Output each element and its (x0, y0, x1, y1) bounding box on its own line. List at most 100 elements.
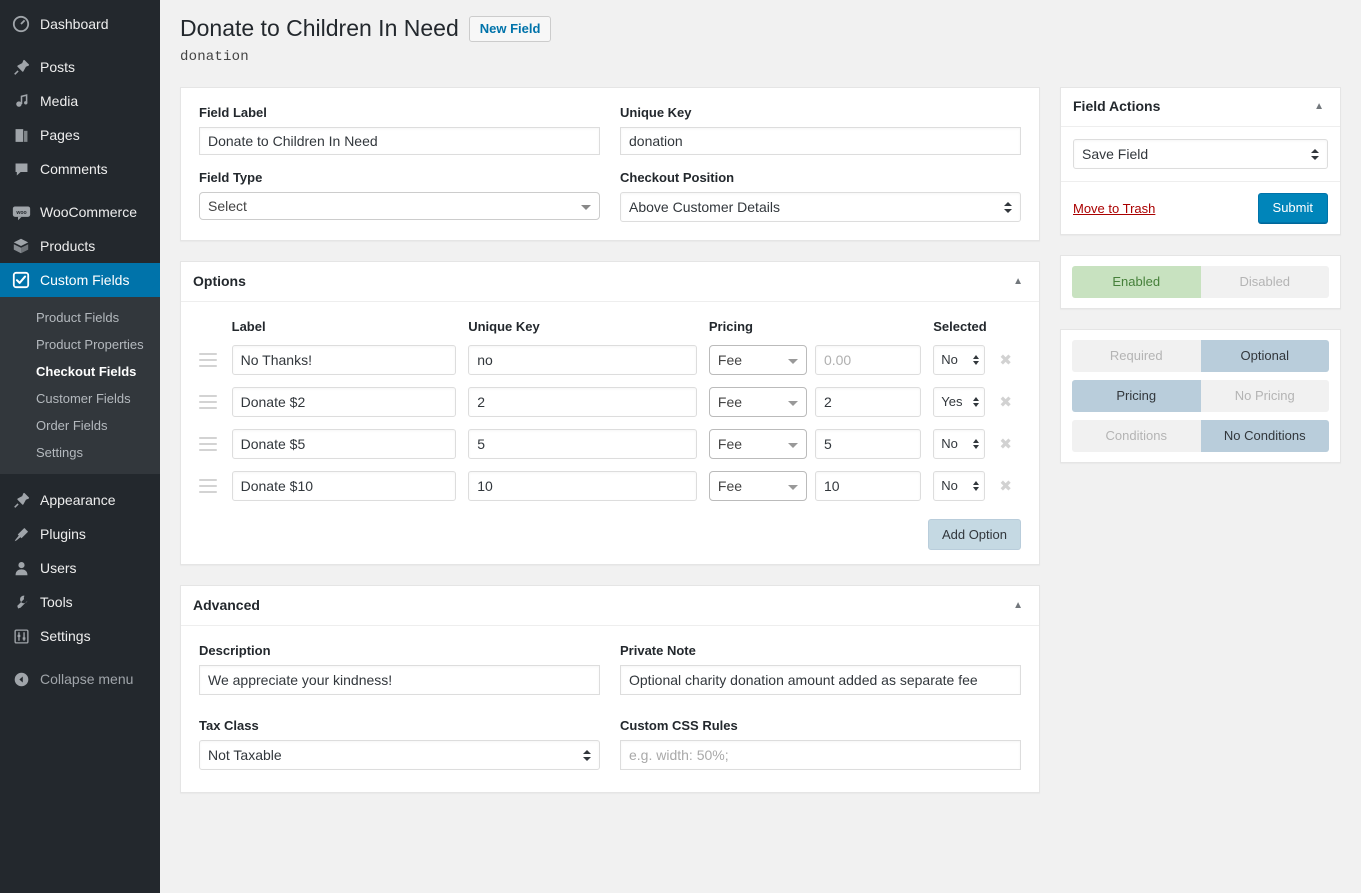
users-icon (11, 558, 31, 578)
chevron-up-icon[interactable]: ▲ (1009, 597, 1027, 615)
drag-handle-icon[interactable] (199, 479, 217, 493)
row-key-cell (468, 429, 709, 471)
submit-button[interactable]: Submit (1257, 193, 1328, 223)
sidebar-item-custom-fields[interactable]: Custom Fields (0, 263, 160, 297)
field-action-select[interactable]: Save Field (1073, 139, 1328, 169)
chevron-up-icon[interactable]: ▲ (1009, 273, 1027, 291)
field-label-input[interactable] (199, 127, 600, 155)
option-pricing-select[interactable]: Fee (708, 345, 807, 375)
sidebar-item-pages[interactable]: Pages (0, 118, 160, 152)
option-key-input[interactable] (468, 471, 697, 501)
option-amount-input[interactable] (814, 387, 922, 417)
option-selected-select[interactable]: No (933, 429, 986, 459)
option-amount-input[interactable] (814, 471, 922, 501)
option-pricing-select[interactable]: Fee (708, 387, 807, 417)
move-to-trash-link[interactable]: Move to Trash (1073, 201, 1155, 216)
toggle-no-conditions[interactable]: No Conditions (1200, 420, 1329, 452)
option-pricing-select[interactable]: Fee (708, 471, 807, 501)
submenu-item-product-fields[interactable]: Product Fields (0, 304, 160, 331)
field-type-select[interactable]: Select (199, 192, 600, 220)
submenu-item-settings[interactable]: Settings (0, 439, 160, 466)
option-key-input[interactable] (468, 387, 697, 417)
toggle-required[interactable]: Required (1072, 340, 1201, 372)
row-handle-cell (199, 471, 232, 513)
delete-option-icon[interactable]: ✖ (990, 353, 1021, 368)
option-amount-input[interactable] (814, 429, 922, 459)
option-label-input[interactable] (231, 429, 457, 459)
sidebar-item-dashboard[interactable]: Dashboard (0, 7, 160, 41)
sidebar-item-products[interactable]: Products (0, 229, 160, 263)
field-action-select-section: Save Field (1061, 127, 1340, 182)
sidebar-item-plugins[interactable]: Plugins (0, 517, 160, 551)
woocommerce-icon: woo (11, 202, 31, 222)
dashboard-icon (11, 14, 31, 34)
option-pricing-select[interactable]: Fee (708, 429, 807, 459)
unique-key-input[interactable] (620, 127, 1021, 155)
drag-handle-icon[interactable] (199, 395, 217, 409)
row-pricing-cell: Fee (708, 471, 815, 513)
submenu-item-order-fields[interactable]: Order Fields (0, 412, 160, 439)
option-key-input[interactable] (468, 429, 697, 459)
collapse-menu-button[interactable]: Collapse menu (0, 662, 160, 696)
col-pricing-header: Pricing (708, 319, 753, 334)
pricing-toggle-group: Pricing No Pricing (1072, 380, 1329, 412)
svg-text:woo: woo (15, 209, 26, 215)
new-field-button[interactable]: New Field (468, 15, 552, 42)
option-selected-select[interactable]: No (933, 345, 986, 375)
row-key-cell (468, 345, 709, 387)
option-label-input[interactable] (231, 471, 457, 501)
option-label-input[interactable] (231, 345, 457, 375)
drag-handle-icon[interactable] (199, 437, 217, 451)
submenu-item-customer-fields[interactable]: Customer Fields (0, 385, 160, 412)
option-selected-select[interactable]: No (933, 471, 986, 501)
sidebar-item-woocommerce[interactable]: woo WooCommerce (0, 195, 160, 229)
sidebar-item-users[interactable]: Users (0, 551, 160, 585)
delete-option-icon[interactable]: ✖ (990, 395, 1021, 410)
status-toggle-enabled[interactable]: Enabled (1072, 266, 1201, 298)
description-input[interactable] (199, 665, 600, 695)
toggle-conditions[interactable]: Conditions (1072, 420, 1201, 452)
row-amount-cell (814, 471, 933, 513)
row-key-cell (468, 387, 709, 429)
option-label-input[interactable] (231, 387, 457, 417)
options-panel: Options ▲ Label Unique Key Pricing Selec… (180, 261, 1040, 565)
sidebar-item-comments[interactable]: Comments (0, 152, 160, 186)
sidebar-item-tools[interactable]: Tools (0, 585, 160, 619)
sidebar-item-appearance[interactable]: Appearance (0, 483, 160, 517)
sidebar-item-label: Dashboard (40, 16, 109, 32)
option-amount-input[interactable] (814, 345, 922, 375)
option-key-input[interactable] (468, 345, 697, 375)
add-option-button[interactable]: Add Option (927, 519, 1021, 550)
row-delete-cell: ✖ (990, 345, 1021, 387)
sidebar-item-settings[interactable]: Settings (0, 619, 160, 653)
col-amount-header (815, 318, 933, 345)
row-pricing-cell: Fee (708, 429, 815, 471)
row-handle-cell (199, 345, 232, 387)
toggle-no-pricing[interactable]: No Pricing (1200, 380, 1329, 412)
custom-css-input[interactable] (620, 740, 1021, 770)
sidebar-item-posts[interactable]: Posts (0, 50, 160, 84)
delete-option-icon[interactable]: ✖ (990, 437, 1021, 452)
submenu-item-checkout-fields[interactable]: Checkout Fields (0, 358, 160, 385)
toggle-pricing[interactable]: Pricing (1072, 380, 1201, 412)
menu-separator (0, 41, 160, 50)
private-note-input[interactable] (620, 665, 1021, 695)
description-block: Description (199, 642, 600, 695)
submenu-item-product-properties[interactable]: Product Properties (0, 331, 160, 358)
table-row: Fee No (199, 345, 1021, 387)
checkout-position-select[interactable]: Above Customer Details (620, 192, 1021, 222)
field-settings-right-col: Unique Key Checkout Position Above Custo… (620, 104, 1021, 222)
delete-option-icon[interactable]: ✖ (990, 479, 1021, 494)
toggle-optional[interactable]: Optional (1200, 340, 1329, 372)
row-delete-cell: ✖ (990, 429, 1021, 471)
sidebar-item-media[interactable]: Media (0, 84, 160, 118)
page-header: Donate to Children In Need New Field don… (180, 0, 1341, 65)
col-delete-header (990, 318, 1021, 345)
main-content: Donate to Children In Need New Field don… (160, 0, 1361, 893)
status-toggle-disabled[interactable]: Disabled (1200, 266, 1329, 298)
option-selected-select[interactable]: Yes (933, 387, 986, 417)
drag-handle-icon[interactable] (199, 353, 217, 367)
tax-class-select[interactable]: Not Taxable (199, 740, 600, 770)
advanced-right-col: Private Note Custom CSS Rules (620, 642, 1021, 770)
chevron-up-icon[interactable]: ▲ (1310, 98, 1328, 116)
